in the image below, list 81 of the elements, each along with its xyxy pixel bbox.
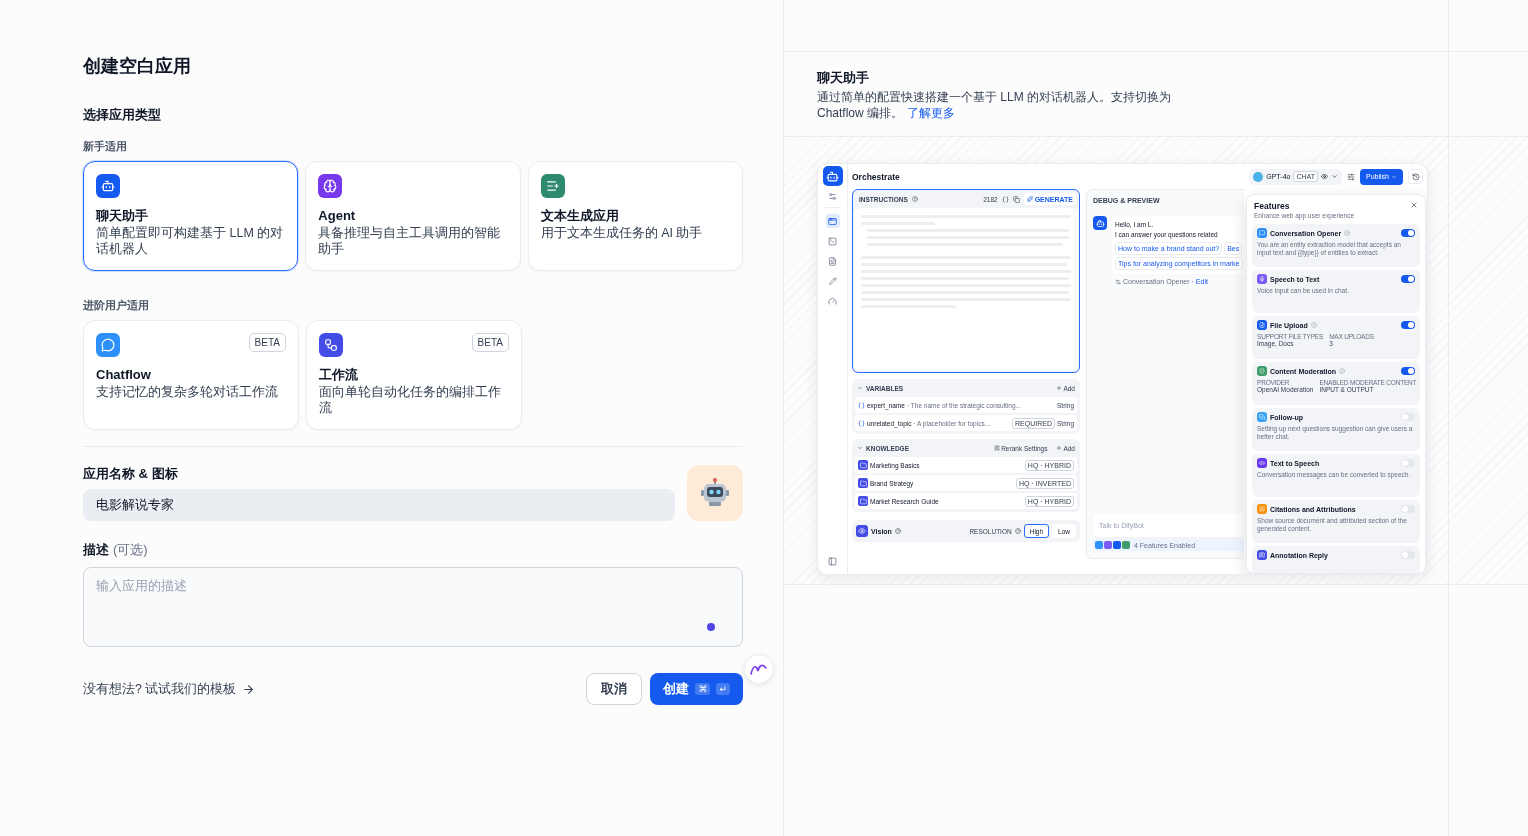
feature-toggle[interactable] — [1401, 229, 1415, 237]
settings-icon — [1115, 278, 1121, 285]
window-icon[interactable] — [825, 214, 840, 228]
chevron-icon — [1331, 173, 1339, 180]
settings-icon[interactable] — [1347, 172, 1356, 181]
folder-icon — [858, 460, 868, 470]
chevron-icon — [1391, 173, 1397, 180]
name-label: 应用名称 & 图标 — [83, 465, 179, 483]
eye-icon — [1321, 173, 1329, 180]
close-icon[interactable] — [1410, 201, 1418, 209]
feature-toggle[interactable] — [1401, 413, 1415, 421]
card-description: 具备推理与自主工具调用的智能助手 — [318, 225, 502, 257]
group-label: 进阶用户适用 — [83, 299, 150, 311]
card-title: Agent — [318, 207, 357, 225]
feature-toggle[interactable] — [1401, 275, 1415, 283]
feature-toggle[interactable] — [1401, 367, 1415, 375]
assistant-dot-icon — [707, 623, 715, 631]
plus-icon — [1056, 445, 1063, 451]
preview-description: 通过简单的配置快速搭建一个基于 LLM 的对话机器人。支持切换为 Chatflow 编排。 了解更多 — [817, 89, 1172, 121]
help-icon — [1014, 528, 1021, 534]
card-title: 文本生成应用 — [540, 207, 620, 225]
card-description: 用于文本生成任务的 AI 助手 — [540, 225, 704, 241]
copy-icon[interactable] — [1012, 195, 1020, 203]
app-type-card[interactable]: BETA 工作流 面向单轮自动化任务的编排工作流 — [306, 320, 522, 430]
beta-badge: BETA — [248, 333, 286, 352]
beta-badge: BETA — [471, 333, 509, 352]
app-name-field[interactable]: 电影解说专家 — [83, 489, 675, 521]
card-title: 聊天助手 — [96, 207, 149, 225]
help-icon — [911, 196, 918, 202]
section-label: 选择应用类型 — [83, 106, 162, 124]
bot-icon — [822, 166, 843, 186]
group-label: 新手适用 — [83, 140, 128, 152]
help-icon — [894, 528, 901, 534]
app-type-card[interactable]: 文本生成应用 用于文本生成任务的 AI 助手 — [527, 161, 743, 271]
feature-toggle[interactable] — [1401, 551, 1415, 559]
bot-icon — [1093, 216, 1107, 230]
folder-icon — [858, 478, 868, 488]
app-type-icon — [319, 333, 343, 357]
arrow-right-icon — [242, 682, 256, 696]
feature-toggle[interactable] — [1401, 505, 1415, 513]
app-type-icon — [318, 174, 343, 198]
feature-toggle[interactable] — [1401, 459, 1415, 467]
learn-more-link[interactable]: 了解更多 — [907, 106, 956, 120]
variable-icon — [858, 419, 865, 427]
app-type-icon — [96, 174, 120, 198]
app-type-card[interactable]: BETA Chatflow 支持记忆的复杂多轮对话工作流 — [83, 320, 299, 430]
chevron-icon[interactable] — [857, 445, 863, 451]
create-button[interactable]: 创建 ⌘ ↵ — [650, 673, 743, 705]
card-description: 支持记忆的复杂多轮对话工作流 — [96, 384, 279, 400]
page-title: Orchestrate — [852, 171, 901, 182]
preview-title: 聊天助手 — [817, 70, 870, 86]
sliders-icon — [994, 445, 1001, 451]
app-icon-picker[interactable] — [687, 465, 743, 521]
app-type-card[interactable]: Agent 具备推理与自主工具调用的智能助手 — [305, 161, 521, 271]
eye-icon — [856, 525, 868, 537]
folder-icon — [858, 496, 868, 506]
variable-icon — [858, 401, 865, 409]
template-link[interactable]: 没有想法? 试试我们的模板 — [83, 680, 256, 698]
plus-icon — [1056, 385, 1063, 391]
card-title: Chatflow — [96, 366, 152, 384]
sparkle-icon — [1026, 196, 1033, 202]
features-title: Features — [1254, 201, 1291, 211]
app-type-icon — [96, 333, 120, 357]
chevron-icon[interactable] — [857, 385, 863, 391]
dialog-title: 创建空白应用 — [83, 55, 192, 78]
sidebar-toggle-icon[interactable] — [828, 557, 837, 566]
card-title: 工作流 — [319, 366, 359, 384]
variable-icon[interactable] — [1001, 195, 1009, 203]
model-logo-icon — [1253, 171, 1264, 182]
app-type-icon — [540, 174, 565, 198]
app-type-card[interactable]: 聊天助手 简单配置即可构建基于 LLM 的对话机器人 — [83, 161, 299, 271]
robot-icon — [699, 477, 731, 509]
settings-icon[interactable] — [828, 192, 837, 201]
terminal-icon[interactable] — [825, 234, 840, 248]
card-description: 简单配置即可构建基于 LLM 的对话机器人 — [96, 225, 285, 257]
description-label: 描述 (可选) — [83, 541, 149, 559]
history-icon[interactable] — [1408, 169, 1423, 184]
description-field[interactable]: 输入应用的描述 — [83, 567, 743, 647]
cancel-button[interactable]: 取消 — [586, 673, 643, 705]
card-description: 面向单轮自动化任务的编排工作流 — [319, 384, 502, 416]
feature-toggle[interactable] — [1401, 321, 1415, 329]
